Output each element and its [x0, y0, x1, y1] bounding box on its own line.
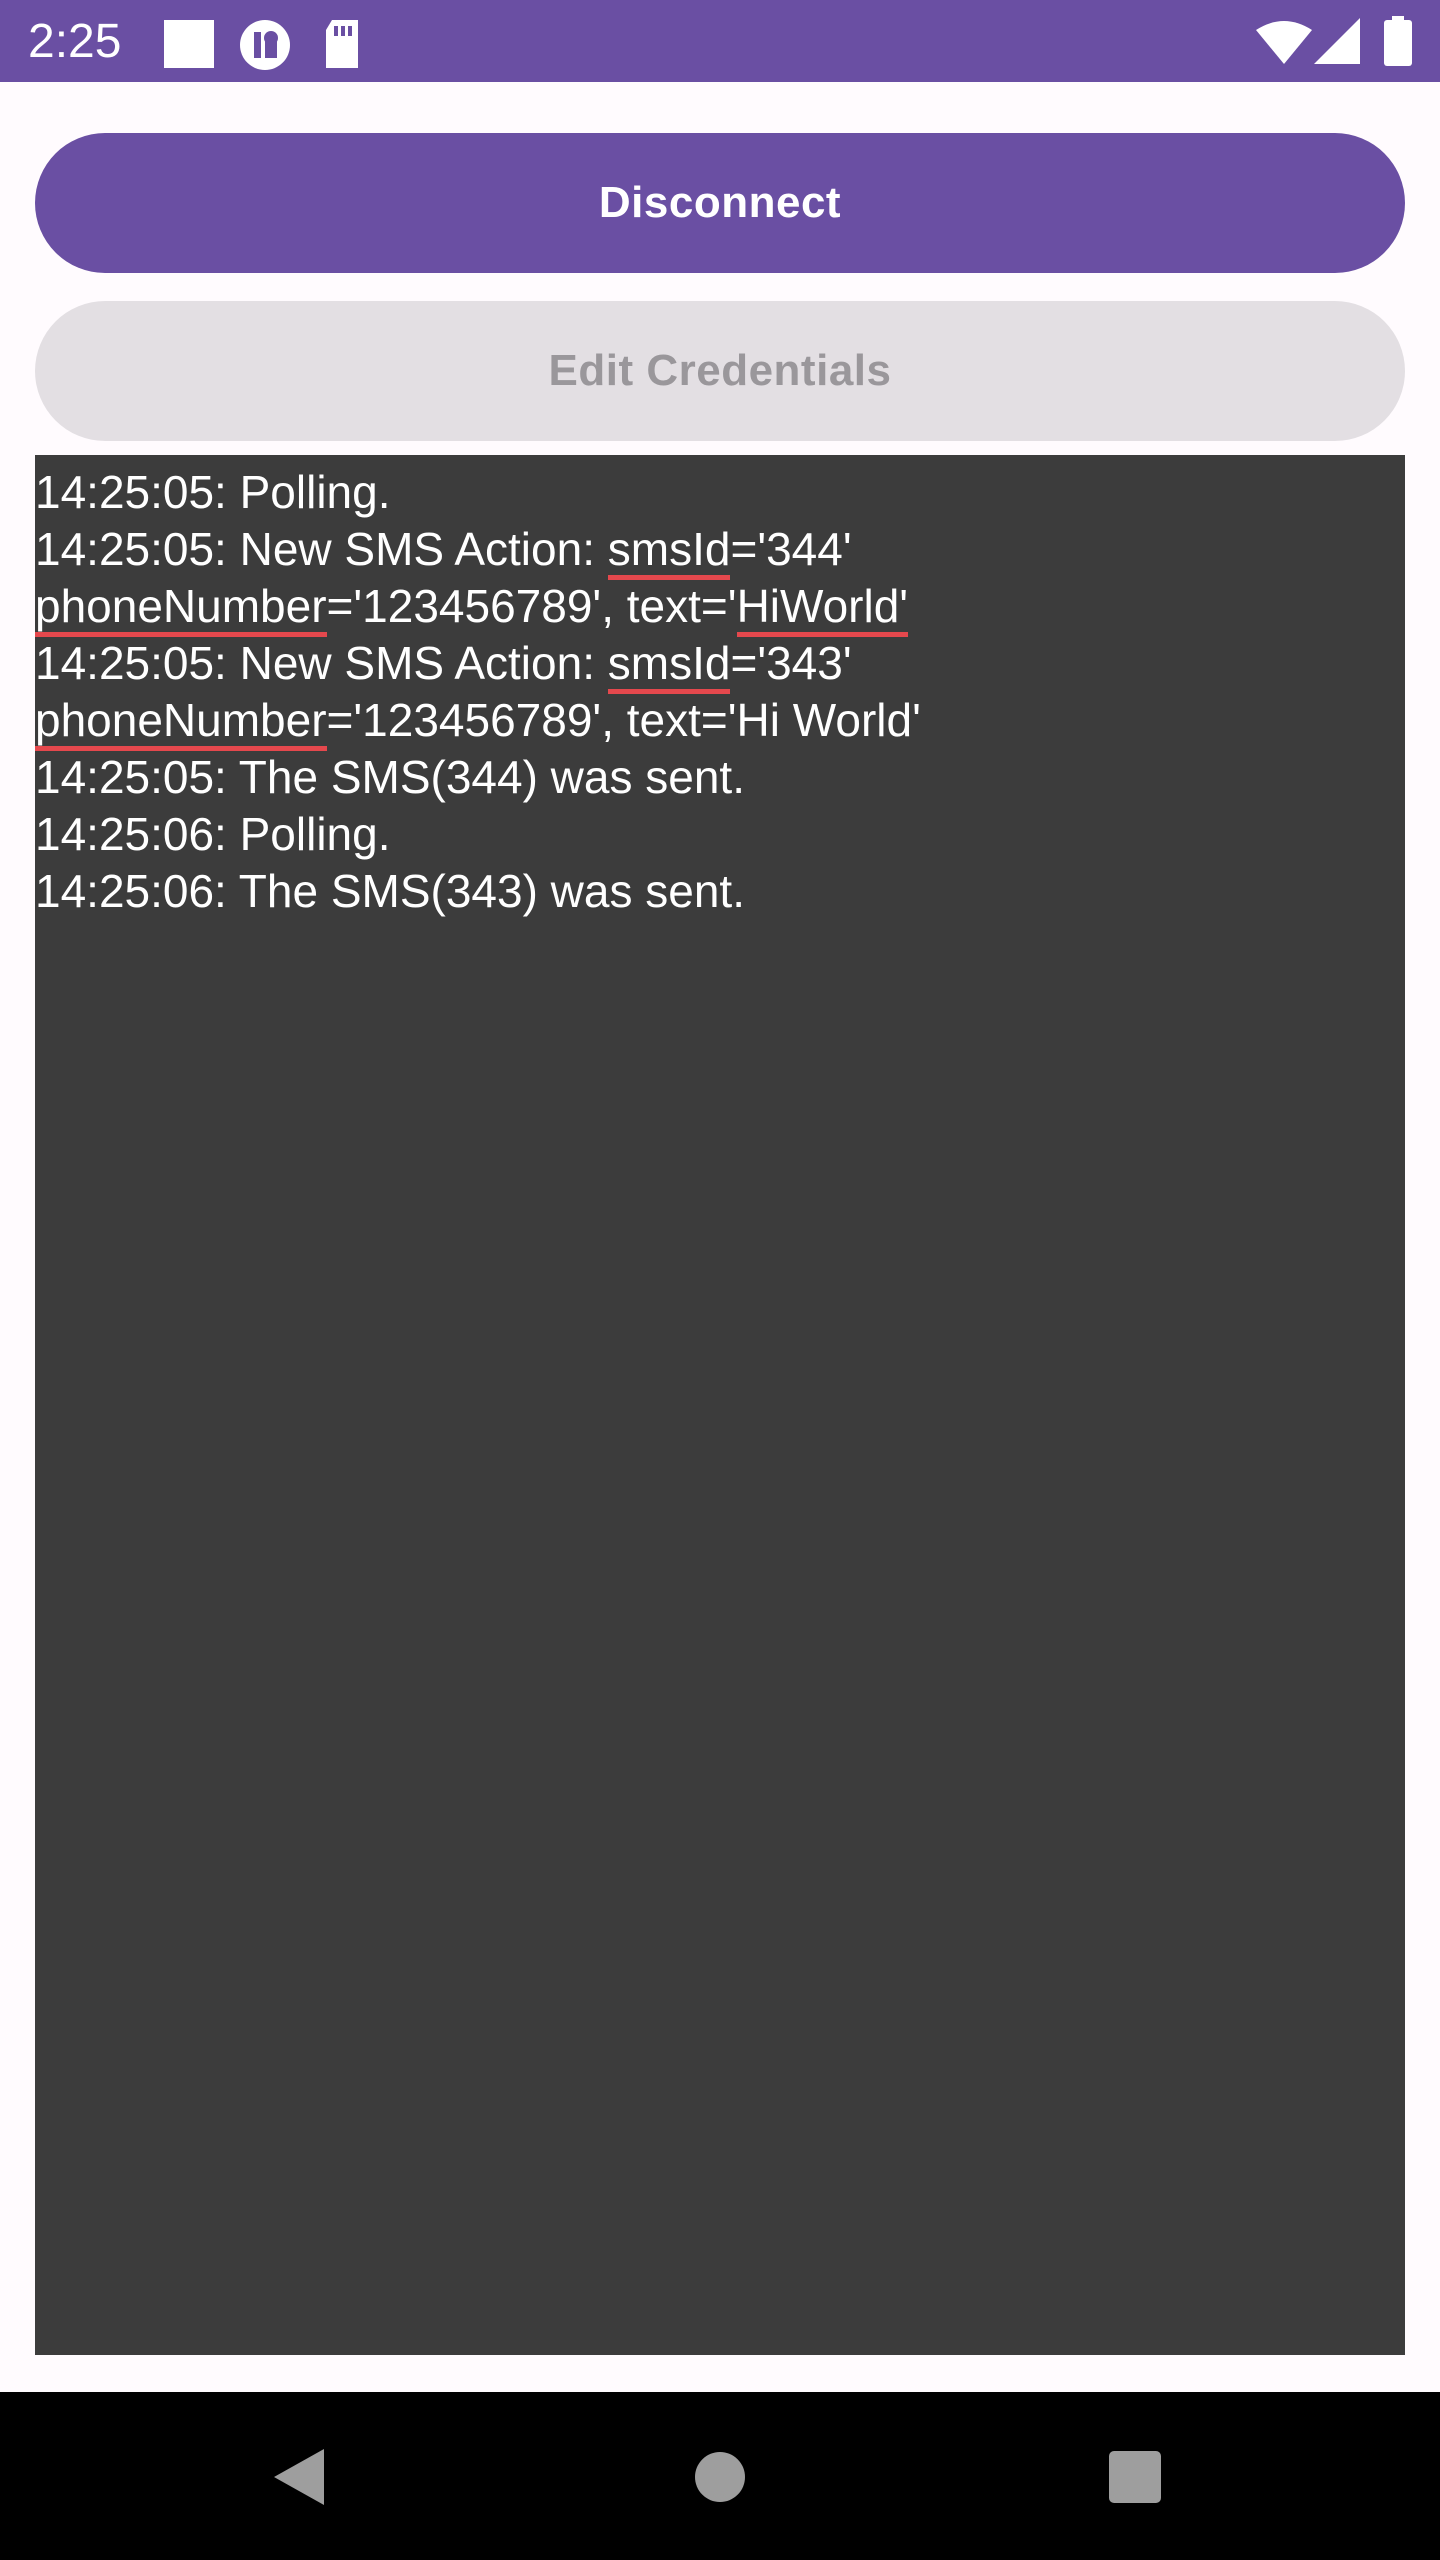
back-icon[interactable] [255, 2432, 345, 2522]
log-text: 14:25:05: The SMS(344) was sent. [35, 751, 745, 803]
disconnect-button-label: Disconnect [598, 178, 842, 227]
app-notification-icon [238, 18, 292, 77]
cell-signal-icon [1314, 18, 1360, 69]
log-text: 14:25:05: New SMS Action: [35, 523, 608, 575]
log-text: 14:25:05: New SMS Action: [35, 637, 608, 689]
log-line: 14:25:05: New SMS Action: smsId='344' [35, 521, 1405, 580]
log-text-misspelled: HiWorld' [736, 580, 909, 637]
log-panel[interactable]: 14:25:05: Polling. 14:25:05: New SMS Acti… [35, 455, 1405, 2355]
log-text-misspelled: smsId [607, 637, 731, 694]
log-lines: 14:25:05: Polling. 14:25:05: New SMS Acti… [35, 464, 1405, 920]
notification-square-icon [162, 20, 216, 75]
edit-credentials-button[interactable]: Edit Credentials [35, 301, 1405, 441]
log-text: ='123456789', text='Hi World' [326, 694, 921, 746]
home-icon[interactable] [675, 2432, 765, 2522]
log-text: 14:25:05: Polling. [35, 466, 391, 518]
log-text: ='344' [730, 523, 852, 575]
log-line: phoneNumber='123456789', text='Hi World' [35, 692, 1405, 751]
sd-card-icon [322, 18, 362, 75]
log-line: 14:25:05: New SMS Action: smsId='343' [35, 635, 1405, 694]
log-text: ='123456789', text=' [326, 580, 737, 632]
navigation-bar [0, 2392, 1440, 2560]
status-time: 2:25 [28, 15, 122, 68]
log-line: phoneNumber='123456789', text='HiWorld' [35, 578, 1405, 637]
log-line: 14:25:05: Polling. [35, 464, 1405, 521]
wifi-icon [1256, 20, 1312, 69]
log-text: 14:25:06: Polling. [35, 808, 391, 860]
battery-icon [1384, 16, 1412, 71]
log-line: 14:25:06: The SMS(343) was sent. [35, 863, 1405, 920]
status-bar: 2:25 [0, 0, 1440, 82]
log-text-misspelled: phoneNumber [35, 580, 327, 637]
log-text: 14:25:06: The SMS(343) was sent. [35, 865, 745, 917]
disconnect-button[interactable]: Disconnect [35, 133, 1405, 273]
edit-credentials-button-label: Edit Credentials [548, 346, 892, 395]
log-line: 14:25:06: Polling. [35, 806, 1405, 863]
log-text-misspelled: phoneNumber [35, 694, 327, 751]
log-line: 14:25:05: The SMS(344) was sent. [35, 749, 1405, 806]
log-text-misspelled: smsId [607, 523, 731, 580]
log-text: ='343' [730, 637, 852, 689]
recents-icon[interactable] [1090, 2432, 1180, 2522]
